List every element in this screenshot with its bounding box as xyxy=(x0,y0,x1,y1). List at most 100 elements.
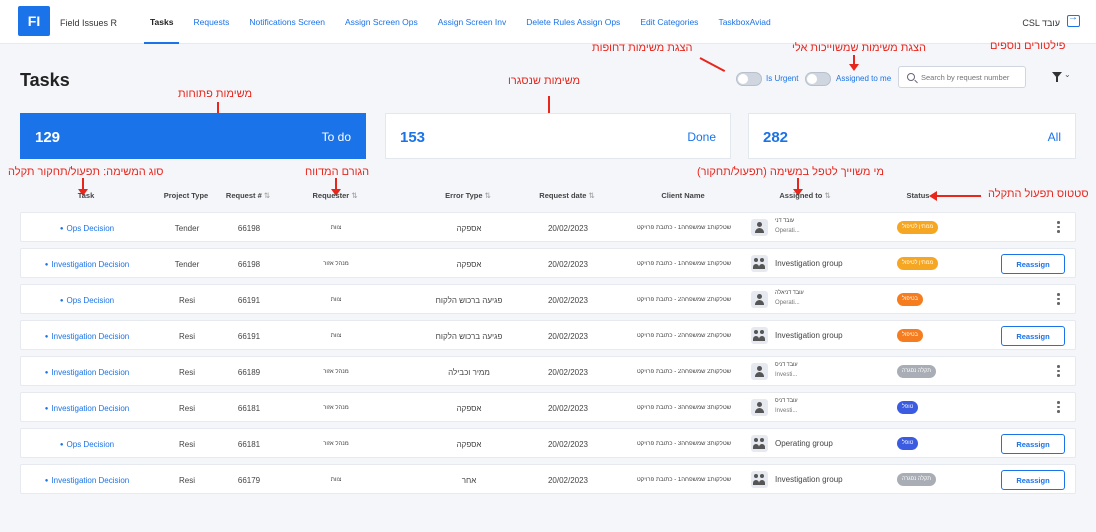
client-name-cell: שטלקות1 שמשפחה1 - כתובת פרויקט xyxy=(636,261,732,267)
sort-icon[interactable]: ⇅ xyxy=(264,191,270,200)
status-badge: ממתין לטיפול xyxy=(897,257,939,270)
more-options-icon[interactable] xyxy=(1057,365,1061,379)
task-link[interactable]: Ops Decision xyxy=(27,440,147,449)
task-link[interactable]: Ops Decision xyxy=(27,296,147,305)
task-link[interactable]: Investigation Decision xyxy=(27,476,147,485)
project-type-cell: Resi xyxy=(178,476,195,485)
urgent-toggle-label: Is Urgent xyxy=(766,74,799,83)
assignee-name: עובד דניאלה xyxy=(775,290,804,296)
app-name: Field Issues R xyxy=(60,18,118,28)
annotation-extra-filters: פילטורים נוספים xyxy=(990,40,1066,52)
task-link[interactable]: Investigation Decision xyxy=(27,404,147,413)
column-header-requester[interactable]: Requester ⇅ xyxy=(290,191,380,200)
done-card[interactable]: 153 Done xyxy=(385,113,731,159)
project-type-cell: Tender xyxy=(174,224,200,233)
assigned-to-me-toggle[interactable] xyxy=(805,72,831,86)
error-type-cell: אספקה xyxy=(456,440,482,449)
column-header-request-date[interactable]: Request date ⇅ xyxy=(527,191,607,200)
column-header-client-name[interactable]: Client Name xyxy=(618,191,748,200)
annotation-assigned-to-me: הצגת משימות שמשוייכות אלי xyxy=(792,42,926,54)
error-type-cell: אספקה xyxy=(456,260,482,269)
requester-cell: מנהל אזור xyxy=(323,369,349,375)
reassign-button[interactable]: Reassign xyxy=(1001,254,1065,274)
table-row[interactable]: Investigation Decision Resi 66181 מנהל אזור… xyxy=(20,392,1076,422)
tab-delete-rules-assign-ops[interactable]: Delete Rules Assign Ops xyxy=(526,0,620,44)
tab-notifications-screen[interactable]: Notifications Screen xyxy=(249,0,325,44)
table-row[interactable]: Investigation Decision Resi 66189 מנהל אזור… xyxy=(20,356,1076,386)
table-row[interactable]: Investigation Decision Resi 66191 צוות פגיעה… xyxy=(20,320,1076,350)
column-header-label: Request # xyxy=(225,191,262,200)
column-header-label: Project Type xyxy=(163,191,209,200)
search-input[interactable] xyxy=(921,70,1023,84)
tab-edit-categories[interactable]: Edit Categories xyxy=(640,0,698,44)
column-header-assigned-to[interactable]: Assigned to ⇅ xyxy=(755,191,855,200)
assignee-group-name: Operating group xyxy=(775,439,833,448)
column-header-task[interactable]: Task xyxy=(26,191,146,200)
column-header-status[interactable]: Status xyxy=(883,191,953,200)
sort-icon[interactable]: ⇅ xyxy=(351,191,357,200)
column-header-error-type[interactable]: Error Type ⇅ xyxy=(408,191,528,200)
group-icon xyxy=(751,327,768,344)
column-header-request[interactable]: Request # ⇅ xyxy=(218,191,278,200)
task-link[interactable]: Investigation Decision xyxy=(27,332,147,341)
error-type-cell: פגיעה ברכוש הלקוח xyxy=(435,332,503,341)
assigned-to-me-label: Assigned to me xyxy=(836,74,892,83)
tab-tasks[interactable]: Tasks xyxy=(143,0,181,44)
tab-requests[interactable]: Requests xyxy=(193,0,229,44)
request-number-cell: 66189 xyxy=(237,368,261,377)
task-link[interactable]: Investigation Decision xyxy=(27,368,147,377)
column-header-project-type[interactable]: Project Type xyxy=(151,191,221,200)
sort-icon[interactable]: ⇅ xyxy=(824,191,830,200)
column-header-label: Client Name xyxy=(661,191,705,200)
project-type-cell: Resi xyxy=(178,296,195,305)
client-name-cell: שטלקות2 שמשפחה2 - כתובת פרויקט xyxy=(636,297,732,303)
request-date-cell: 20/02/2023 xyxy=(547,404,589,413)
request-date-cell: 20/02/2023 xyxy=(547,260,589,269)
column-header-label: Request date xyxy=(539,191,587,200)
assignee-role: Operati... xyxy=(775,228,800,234)
project-type-cell: Resi xyxy=(178,404,195,413)
todo-label: To do xyxy=(321,130,351,144)
logout-icon[interactable] xyxy=(1067,12,1080,27)
request-number-cell: 66179 xyxy=(237,476,261,485)
client-name-cell: שטלקות3 שמשפחה3 - כתובת פרויקט xyxy=(636,441,732,447)
more-options-icon[interactable] xyxy=(1057,401,1061,415)
sort-icon[interactable]: ⇅ xyxy=(485,191,491,200)
urgent-toggle[interactable] xyxy=(736,72,762,86)
table-row[interactable]: Ops Decision Resi 66181 מנהל אזור אספקה 20/02… xyxy=(20,428,1076,458)
app-logo[interactable]: FI xyxy=(18,6,50,36)
annotation-assigned-to: מי משוייך לטפל במשימה (תפעול/תחקור) xyxy=(697,166,884,178)
request-date-cell: 20/02/2023 xyxy=(547,332,589,341)
request-date-cell: 20/02/2023 xyxy=(547,296,589,305)
assignee-name: עובד דניס xyxy=(775,398,798,404)
sort-icon[interactable]: ⇅ xyxy=(588,191,594,200)
tab-assign-screen-inv[interactable]: Assign Screen Inv xyxy=(438,0,507,44)
table-row[interactable]: Ops Decision Tender 66198 צוות אספקה 20/02/20… xyxy=(20,212,1076,242)
all-card[interactable]: 282 All xyxy=(748,113,1076,159)
tab-taskboxaviad[interactable]: TaskboxAviad xyxy=(718,0,770,44)
chevron-down-icon[interactable]: ⌄ xyxy=(1064,70,1071,79)
table-row[interactable]: Ops Decision Resi 66191 צוות פגיעה ברכוש הלק… xyxy=(20,284,1076,314)
assignee-role: Operati... xyxy=(775,300,800,306)
user-icon xyxy=(751,219,768,236)
reassign-button[interactable]: Reassign xyxy=(1001,434,1065,454)
filter-icon[interactable] xyxy=(1052,72,1062,82)
column-header-label: Requester xyxy=(312,191,350,200)
group-icon xyxy=(751,471,768,488)
annotation-task-type: סוג המשימה: תפעול/תחקור תקלה xyxy=(8,166,164,178)
task-link[interactable]: Ops Decision xyxy=(27,224,147,233)
reassign-button[interactable]: Reassign xyxy=(1001,470,1065,490)
reassign-button[interactable]: Reassign xyxy=(1001,326,1065,346)
assignee-name: עובד דניס xyxy=(775,362,798,368)
task-link[interactable]: Investigation Decision xyxy=(27,260,147,269)
tab-assign-screen-ops[interactable]: Assign Screen Ops xyxy=(345,0,418,44)
nav-tabs: Tasks Requests Notifications Screen Assign … xyxy=(143,0,771,44)
table-row[interactable]: Investigation Decision Tender 66198 מנהל אז… xyxy=(20,248,1076,278)
annotation-arrow-line xyxy=(699,57,726,73)
request-number-cell: 66198 xyxy=(237,224,261,233)
table-row[interactable]: Investigation Decision Resi 66179 צוות אחר 20… xyxy=(20,464,1076,494)
todo-card[interactable]: 129 To do xyxy=(20,113,366,159)
more-options-icon[interactable] xyxy=(1057,293,1061,307)
more-options-icon[interactable] xyxy=(1057,221,1061,235)
status-badge: טופל xyxy=(897,401,919,414)
